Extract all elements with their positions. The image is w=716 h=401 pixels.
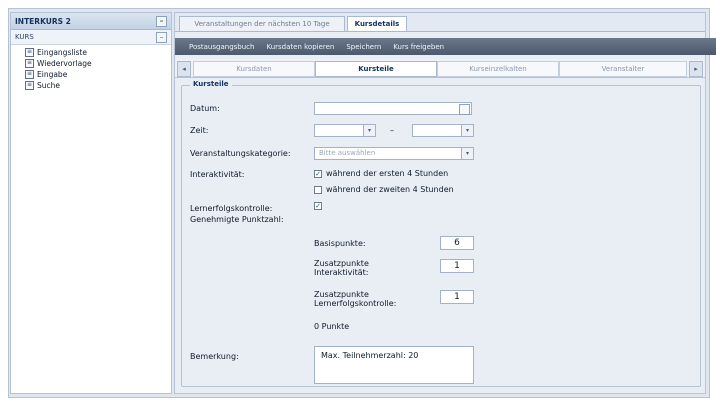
zusatz-lernerfolg-label-1: Zusatzpunkte — [314, 290, 369, 299]
interaktivitaet-first-checkbox[interactable]: ✓ — [314, 170, 322, 178]
lernerfolg-label: Lernerfolgskontrolle: — [190, 204, 273, 213]
basispunkte-field[interactable]: 6 — [440, 236, 474, 250]
zusatz-interaktivitaet-field[interactable]: 1 — [440, 259, 474, 273]
sidebar-section-header: KURS – — [11, 30, 171, 45]
postausgangsbuch-button[interactable]: Postausgangsbuch — [189, 43, 254, 51]
subtab-bar: ◂ Kursdaten Kursteile Kurseinzelkalten V… — [175, 59, 705, 78]
zusatz-lernerfolg-field[interactable]: 1 — [440, 290, 474, 304]
toolbar: Postausgangsbuch Kursdaten kopieren Spei… — [175, 38, 716, 55]
tab-bar: Veranstaltungen der nächsten 10 Tage Kur… — [175, 13, 705, 32]
sidebar-item-eingangsliste[interactable]: ≡ Eingangsliste — [25, 47, 171, 58]
scroll-right-icon[interactable]: ▸ — [689, 61, 703, 77]
zusatz-lernerfolg-label-2: Lernerfolgskontrolle: — [314, 299, 397, 308]
interaktivitaet-second-checkbox[interactable] — [314, 186, 322, 194]
zeit-end-select[interactable]: ▾ — [412, 124, 474, 137]
basispunkte-label: Basispunkte: — [314, 239, 366, 248]
zusatz-interaktivitaet-label-2: Interaktivität: — [314, 268, 369, 277]
sidebar-item-label: Eingabe — [37, 70, 68, 79]
datum-label: Datum: — [190, 104, 220, 113]
chevron-down-icon: ▾ — [461, 125, 473, 136]
sidebar-item-label: Suche — [37, 81, 61, 90]
interaktivitaet-second-label: während der zweiten 4 Stunden — [326, 185, 454, 194]
kursteile-fieldset: Kursteile Datum: Zeit: ▾ – ▾ Veranstaltu… — [181, 80, 701, 387]
sidebar-section-title: KURS — [15, 33, 34, 41]
datum-field[interactable] — [314, 102, 472, 115]
tab-upcoming-events[interactable]: Veranstaltungen der nächsten 10 Tage — [179, 16, 345, 31]
punkte-label: Genehmigte Punktzahl: — [190, 215, 284, 224]
main-panel: Veranstaltungen der nächsten 10 Tage Kur… — [174, 12, 716, 394]
zeit-start-select[interactable]: ▾ — [314, 124, 376, 137]
zeit-separator: – — [390, 126, 394, 135]
sidebar-title: INTERKURS 2 — [15, 16, 71, 26]
subtab-kursdaten[interactable]: Kursdaten — [193, 61, 315, 77]
sidebar-item-suche[interactable]: ≡ Suche — [25, 80, 171, 91]
kategorie-select[interactable]: Bitte auswählen ▾ — [314, 147, 474, 160]
sidebar-item-label: Eingangsliste — [37, 48, 87, 57]
sidebar-tree: ≡ Eingangsliste ≡ Wiedervorlage ≡ Eingab… — [11, 45, 171, 91]
interaktivitaet-first-label: während der ersten 4 Stunden — [326, 169, 449, 178]
save-button[interactable]: Speichern — [346, 43, 381, 51]
bemerkung-label: Bemerkung: — [190, 352, 239, 361]
chevron-down-icon: ▾ — [363, 125, 375, 136]
calendar-icon[interactable] — [459, 104, 470, 115]
scroll-left-icon[interactable]: ◂ — [177, 61, 191, 77]
document-icon: ≡ — [25, 59, 34, 68]
zeit-label: Zeit: — [190, 126, 209, 135]
bemerkung-textarea[interactable]: Max. Teilnehmerzahl: 20 — [314, 346, 474, 384]
subtab-veranstalter[interactable]: Veranstalter — [559, 61, 687, 77]
sidebar: INTERKURS 2 – KURS – ≡ Eingangsliste ≡ W… — [10, 12, 172, 394]
kategorie-label: Veranstaltungskategorie: — [190, 149, 291, 158]
collapse-sidebar-button[interactable]: – — [156, 15, 167, 27]
release-course-button[interactable]: Kurs freigeben — [393, 43, 444, 51]
chevron-down-icon: ▾ — [461, 148, 473, 159]
kategorie-placeholder: Bitte auswählen — [319, 149, 376, 157]
interaktivitaet-label: Interaktivität: — [190, 170, 245, 179]
subtab-kursteile[interactable]: Kursteile — [315, 61, 437, 77]
total-points: 0 Punkte — [314, 322, 350, 331]
sidebar-item-eingabe[interactable]: ≡ Eingabe — [25, 69, 171, 80]
sidebar-item-wiedervorlage[interactable]: ≡ Wiedervorlage — [25, 58, 171, 69]
tab-kursdetails[interactable]: Kursdetails — [347, 16, 407, 31]
fieldset-legend: Kursteile — [190, 80, 232, 88]
subtab-kurseinzelkalten[interactable]: Kurseinzelkalten — [437, 61, 559, 77]
copy-course-data-button[interactable]: Kursdaten kopieren — [266, 43, 334, 51]
document-icon: ≡ — [25, 81, 34, 90]
collapse-section-button[interactable]: – — [156, 31, 167, 43]
sidebar-header: INTERKURS 2 – — [11, 13, 171, 30]
document-icon: ≡ — [25, 48, 34, 57]
document-icon: ≡ — [25, 70, 34, 79]
lernerfolg-checkbox[interactable]: ✓ — [314, 202, 322, 210]
sidebar-item-label: Wiedervorlage — [37, 59, 92, 68]
zusatz-interaktivitaet-label-1: Zusatzpunkte — [314, 259, 369, 268]
